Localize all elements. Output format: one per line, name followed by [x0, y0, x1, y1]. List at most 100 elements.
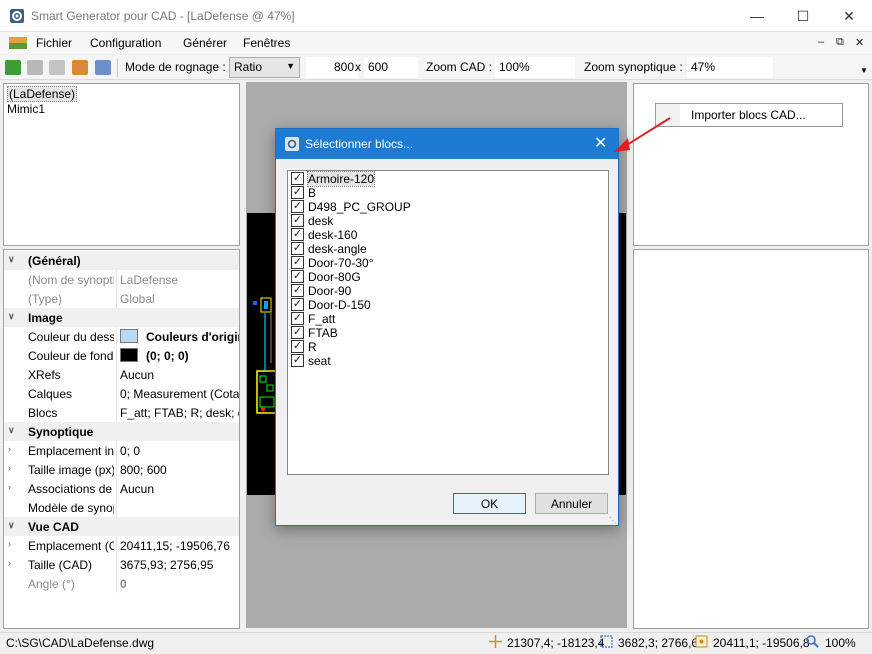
property-value[interactable]: (0; 0; 0)	[146, 349, 239, 363]
checkbox-checked-icon[interactable]: ✓	[291, 270, 304, 283]
crop-mode-select[interactable]: Ratio ▼	[229, 57, 300, 78]
block-list-item[interactable]: ✓ seat	[289, 354, 607, 368]
dialog-title: Sélectionner blocs...	[305, 137, 414, 151]
checkbox-checked-icon[interactable]: ✓	[291, 284, 304, 297]
property-row[interactable]: Angle (°) 0	[4, 574, 239, 593]
checkbox-checked-icon[interactable]: ✓	[291, 340, 304, 353]
block-list-item[interactable]: ✓ D498_PC_GROUP	[289, 200, 607, 214]
property-value[interactable]: LaDefense	[120, 273, 239, 287]
width-field[interactable]: 800	[306, 57, 358, 78]
ok-button[interactable]: OK	[453, 493, 526, 514]
menu-fenetres[interactable]: Fenêtres	[243, 36, 290, 50]
zoom-synoptique-field[interactable]: 47%	[687, 57, 773, 78]
property-row[interactable]: Modèle de synoptique	[4, 498, 239, 517]
property-value[interactable]: 0	[120, 577, 239, 591]
checkbox-checked-icon[interactable]: ✓	[291, 172, 304, 185]
block-list-item[interactable]: ✓ Door-90	[289, 284, 607, 298]
checkbox-checked-icon[interactable]: ✓	[291, 326, 304, 339]
property-category[interactable]: ∨ Image	[4, 308, 239, 327]
chevron-right-icon[interactable]: ›	[8, 558, 11, 568]
property-name: Blocs	[28, 406, 58, 420]
block-list-item[interactable]: ✓ Door-80G	[289, 270, 607, 284]
checkbox-checked-icon[interactable]: ✓	[291, 256, 304, 269]
chevron-down-icon[interactable]: ∨	[8, 520, 15, 531]
resize-grip-icon[interactable]: ⋱	[609, 516, 617, 525]
checkbox-checked-icon[interactable]: ✓	[291, 228, 304, 241]
property-value[interactable]: 0; 0	[120, 444, 239, 458]
minimize-button[interactable]: —	[734, 0, 780, 32]
chevron-right-icon[interactable]: ›	[8, 539, 11, 549]
chevron-down-icon[interactable]: ∨	[8, 425, 15, 436]
property-category-label: Synoptique	[28, 425, 94, 439]
color-icon[interactable]	[72, 60, 88, 75]
block-list-item[interactable]: ✓ FTAB	[289, 326, 607, 340]
block-list-item[interactable]: ✓ Door-70-30°	[289, 256, 607, 270]
checkbox-checked-icon[interactable]: ✓	[291, 200, 304, 213]
block-list-item[interactable]: ✓ desk-160	[289, 228, 607, 242]
property-value[interactable]: Aucun	[120, 368, 239, 382]
property-row[interactable]: Blocs F_att; FTAB; R; desk; desk-160	[4, 403, 239, 422]
chevron-right-icon[interactable]: ›	[8, 463, 11, 473]
checkbox-checked-icon[interactable]: ✓	[291, 298, 304, 311]
property-value[interactable]: Aucun	[120, 482, 239, 496]
block-list-item[interactable]: ✓ B	[289, 186, 607, 200]
cancel-button[interactable]: Annuler	[535, 493, 608, 514]
tree-item-mimic1[interactable]: Mimic1	[7, 102, 45, 116]
chevron-right-icon[interactable]: ›	[8, 482, 11, 492]
toolbar-tool-icon[interactable]	[49, 60, 65, 75]
add-icon[interactable]	[5, 60, 21, 75]
image-icon[interactable]	[95, 60, 111, 75]
block-list-item[interactable]: ✓ R	[289, 340, 607, 354]
height-field[interactable]: 600	[364, 57, 418, 78]
property-value[interactable]: Couleurs d'origine	[146, 330, 239, 344]
block-list-item[interactable]: ✓ desk-angle	[289, 242, 607, 256]
property-row[interactable]: › Emplacement (CAD) 20411,15; -19506,76	[4, 536, 239, 555]
chevron-right-icon[interactable]: ›	[8, 444, 11, 454]
property-row[interactable]: Couleur du dessin Couleurs d'origine	[4, 327, 239, 346]
mdi-minimize-button[interactable]: –	[818, 36, 824, 48]
toolbar-overflow-icon[interactable]: ▼	[860, 66, 868, 75]
property-row[interactable]: › Taille (CAD) 3675,93; 2756,95	[4, 555, 239, 574]
checkbox-checked-icon[interactable]: ✓	[291, 354, 304, 367]
zoom-cad-field[interactable]: 100%	[495, 57, 575, 78]
menu-generer[interactable]: Générer	[183, 36, 227, 50]
mdi-close-button[interactable]: ✕	[855, 36, 864, 49]
close-button[interactable]: ✕	[826, 0, 872, 32]
block-list-item[interactable]: ✓ F_att	[289, 312, 607, 326]
tree-item-ladefense[interactable]: (LaDefense)	[7, 86, 78, 102]
property-category[interactable]: ∨ Vue CAD	[4, 517, 239, 536]
chevron-down-icon[interactable]: ∨	[8, 311, 15, 322]
property-category[interactable]: ∨ Synoptique	[4, 422, 239, 441]
property-value[interactable]: 3675,93; 2756,95	[120, 558, 239, 572]
toolbar-tool-icon[interactable]	[27, 60, 43, 75]
synoptic-tree: (LaDefense) Mimic1	[3, 83, 240, 246]
maximize-button[interactable]: ☐	[780, 0, 826, 32]
block-list-item[interactable]: ✓ Armoire-120	[289, 171, 607, 187]
property-row[interactable]: › Associations de blocs Aucun	[4, 479, 239, 498]
property-value[interactable]: 20411,15; -19506,76	[120, 539, 239, 553]
checkbox-checked-icon[interactable]: ✓	[291, 186, 304, 199]
property-row[interactable]: › Emplacement initial 0; 0	[4, 441, 239, 460]
checkbox-checked-icon[interactable]: ✓	[291, 312, 304, 325]
property-row[interactable]: (Nom de synoptique) LaDefense	[4, 270, 239, 289]
property-value[interactable]: 800; 600	[120, 463, 239, 477]
property-value[interactable]: Global	[120, 292, 239, 306]
property-row[interactable]: (Type) Global	[4, 289, 239, 308]
property-row[interactable]: › Taille image (px) 800; 600	[4, 460, 239, 479]
property-row[interactable]: Calques 0; Measurement (Cotations)	[4, 384, 239, 403]
property-value[interactable]: 0; Measurement (Cotations)	[120, 387, 239, 401]
checkbox-checked-icon[interactable]: ✓	[291, 242, 304, 255]
chevron-down-icon[interactable]: ∨	[8, 254, 15, 265]
property-row[interactable]: XRefs Aucun	[4, 365, 239, 384]
checkbox-checked-icon[interactable]: ✓	[291, 214, 304, 227]
property-value[interactable]: F_att; FTAB; R; desk; desk-160	[120, 406, 239, 420]
mdi-restore-button[interactable]: ⧉	[836, 36, 844, 49]
crop-mode-value: Ratio	[234, 60, 263, 74]
property-category[interactable]: ∨ (Général)	[4, 251, 239, 270]
menu-fichier[interactable]: Fichier	[36, 36, 72, 50]
property-row[interactable]: Couleur de fond (0; 0; 0)	[4, 346, 239, 365]
menu-configuration[interactable]: Configuration	[90, 36, 161, 50]
block-list-item[interactable]: ✓ Door-D-150	[289, 298, 607, 312]
crop-mode-label: Mode de rognage :	[125, 60, 226, 74]
block-list-item[interactable]: ✓ desk	[289, 214, 607, 228]
